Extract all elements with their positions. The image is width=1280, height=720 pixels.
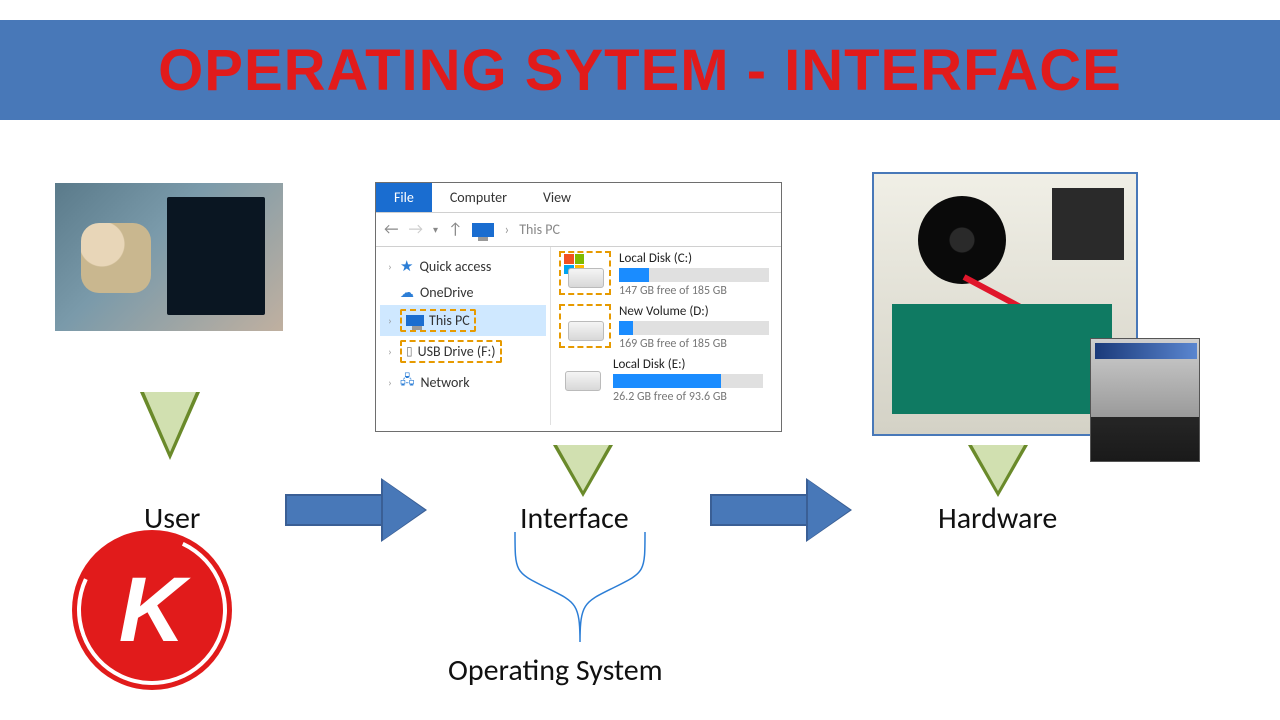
user-photo xyxy=(55,183,283,331)
usage-bar xyxy=(619,321,769,335)
brand-logo: K xyxy=(72,530,232,690)
drive-name: Local Disk (E:) xyxy=(613,357,763,372)
tab-file[interactable]: File xyxy=(376,183,432,212)
drive-list: Local Disk (C:) 147 GB free of 185 GB Ne… xyxy=(551,247,781,425)
tree-this-pc[interactable]: › This PC xyxy=(380,305,546,336)
drive-free: 169 GB free of 185 GB xyxy=(619,337,769,351)
drive-name: New Volume (D:) xyxy=(619,304,769,319)
explorer-nav: ← → ▾ ↑ › This PC xyxy=(376,213,781,247)
up-icon[interactable]: ↑ xyxy=(448,220,462,239)
breadcrumb[interactable]: This PC xyxy=(519,221,560,238)
file-explorer: File Computer View ← → ▾ ↑ › This PC ›★ … xyxy=(375,182,782,432)
star-icon: ★ xyxy=(400,257,413,276)
tree-usb[interactable]: › ▯ USB Drive (F:) xyxy=(380,336,546,367)
chevron-down-icon[interactable]: ▾ xyxy=(433,223,438,236)
tree-label: Quick access xyxy=(419,258,491,275)
back-icon[interactable]: ← xyxy=(384,220,398,239)
drive-item[interactable]: New Volume (D:) 169 GB free of 185 GB xyxy=(559,304,773,351)
pc-icon xyxy=(472,223,494,237)
forward-icon[interactable]: → xyxy=(408,220,422,239)
cloud-icon: ☁ xyxy=(400,284,414,301)
flow-arrow-icon xyxy=(710,480,850,540)
triangle-pointer-icon xyxy=(968,445,1028,497)
label-hardware: Hardware xyxy=(938,500,1057,537)
tree-label: OneDrive xyxy=(420,284,473,301)
title-banner: OPERATING SYTEM - INTERFACE xyxy=(0,20,1280,120)
triangle-pointer-icon xyxy=(553,445,613,497)
hard-drive-photo xyxy=(1090,338,1200,462)
usb-icon: ▯ xyxy=(406,344,413,359)
usage-bar xyxy=(619,268,769,282)
drive-name: Local Disk (C:) xyxy=(619,251,769,266)
usage-bar xyxy=(613,374,763,388)
tree-onedrive[interactable]: ☁ OneDrive xyxy=(380,280,546,305)
label-os: Operating System xyxy=(448,652,663,689)
network-icon: 🖧 xyxy=(400,371,415,393)
drive-free: 26.2 GB free of 93.6 GB xyxy=(613,390,763,404)
drive-item[interactable]: Local Disk (C:) 147 GB free of 185 GB xyxy=(559,251,773,298)
tab-view[interactable]: View xyxy=(525,183,589,212)
tab-computer[interactable]: Computer xyxy=(432,183,525,212)
tree-network[interactable]: ›🖧 Network xyxy=(380,367,546,397)
tree-label: This PC xyxy=(429,312,470,329)
tree-label: Network xyxy=(421,374,470,391)
nav-tree: ›★ Quick access ☁ OneDrive › This PC › ▯… xyxy=(376,247,551,425)
explorer-tabs: File Computer View xyxy=(376,183,781,213)
tree-quick-access[interactable]: ›★ Quick access xyxy=(380,253,546,280)
tree-label: USB Drive (F:) xyxy=(418,343,496,360)
drive-free: 147 GB free of 185 GB xyxy=(619,284,769,298)
pc-icon xyxy=(406,315,424,326)
flow-arrow-icon xyxy=(285,480,425,540)
page-title: OPERATING SYTEM - INTERFACE xyxy=(158,37,1122,104)
crumb-separator: › xyxy=(504,221,509,238)
brace-icon xyxy=(505,532,655,642)
drive-item[interactable]: Local Disk (E:) 26.2 GB free of 93.6 GB xyxy=(559,357,773,404)
